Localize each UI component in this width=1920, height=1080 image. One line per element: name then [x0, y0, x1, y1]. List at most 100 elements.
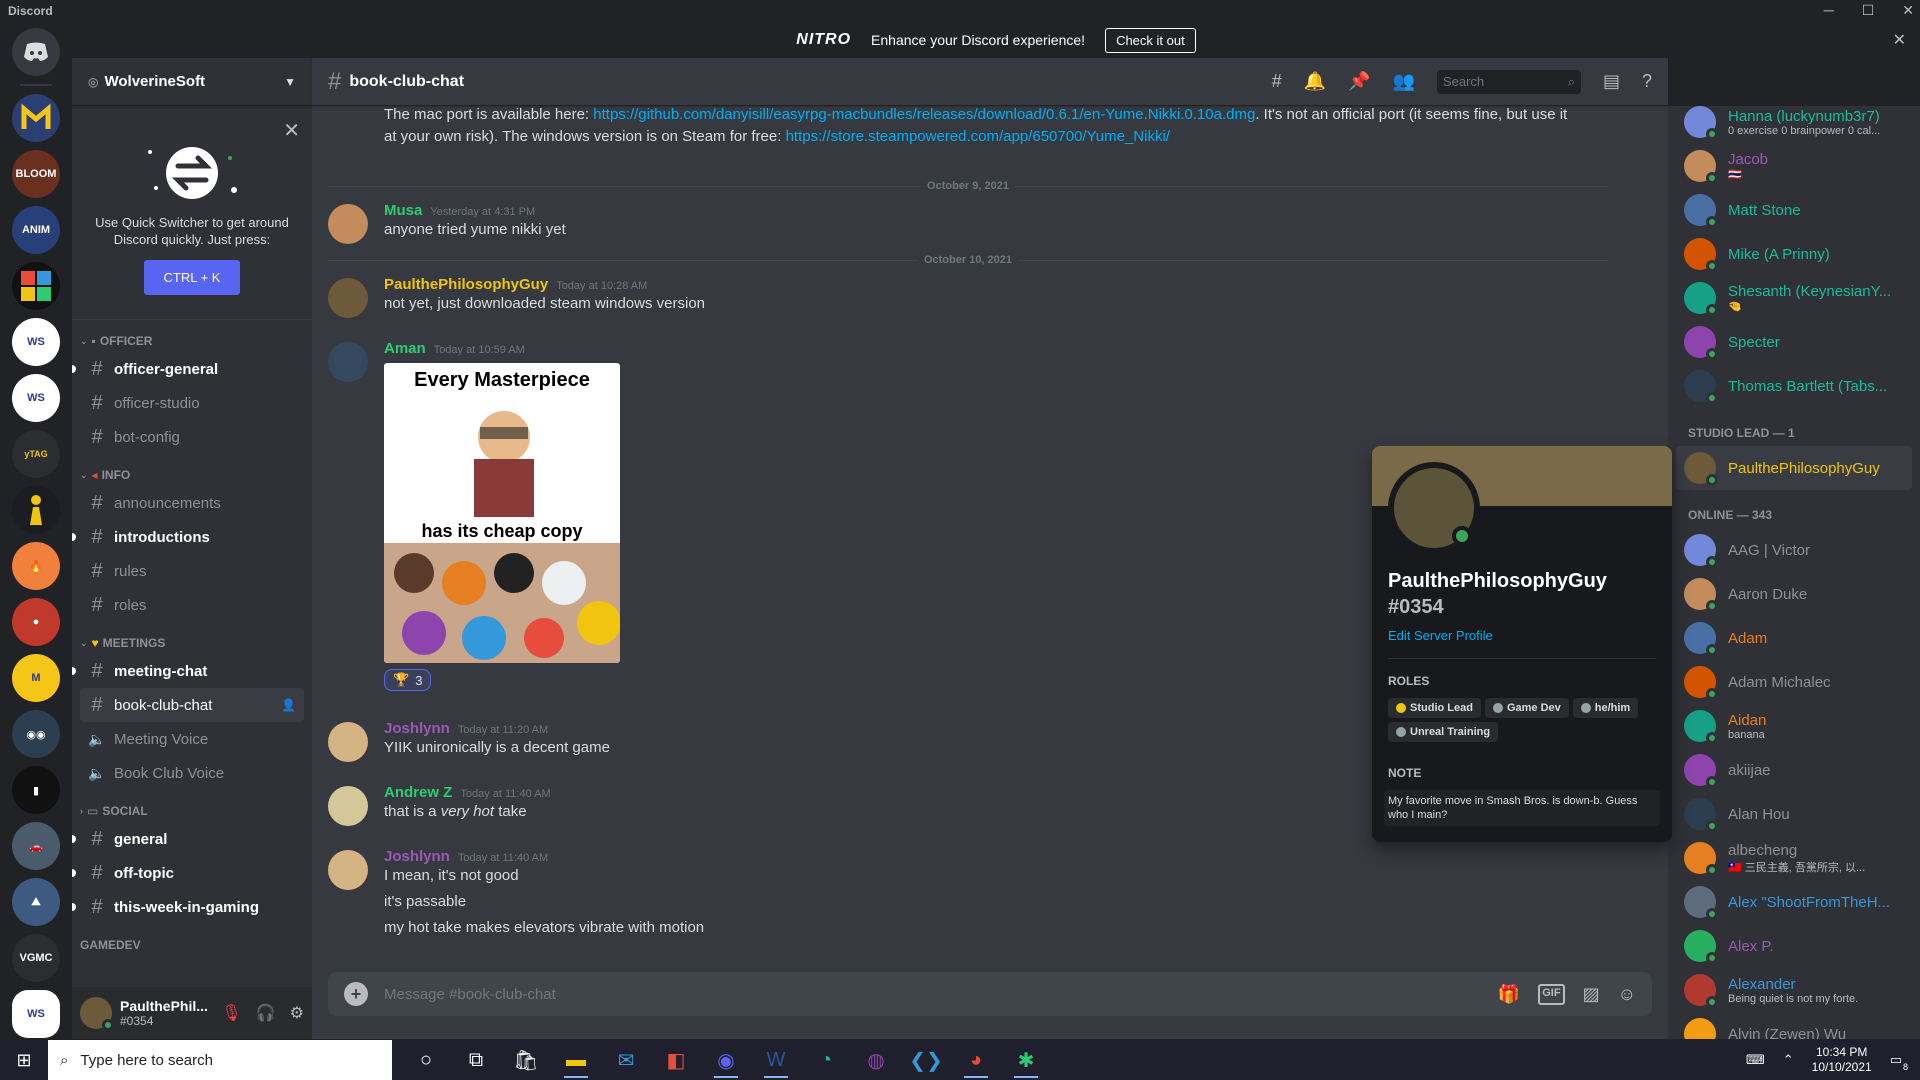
member-item[interactable]: Adam: [1676, 616, 1912, 660]
role-chip[interactable]: he/him: [1572, 698, 1639, 718]
server-icon-landscape[interactable]: ⛰: [12, 878, 60, 926]
server-icon-yellow-m[interactable]: M: [12, 654, 60, 702]
task-view-icon[interactable]: ⧉: [458, 1040, 494, 1080]
category-social[interactable]: › ▭ SOCIAL: [80, 804, 312, 818]
gif-icon[interactable]: GIF: [1538, 983, 1565, 1005]
threads-icon[interactable]: #: [1272, 71, 1282, 92]
cortana-icon[interactable]: ○: [408, 1040, 444, 1080]
edge-icon[interactable]: ◔: [808, 1040, 844, 1080]
member-item[interactable]: Shesanth (KeynesianY... 🤏: [1676, 276, 1912, 320]
close-tip-icon[interactable]: ✕: [283, 118, 300, 143]
server-icon-group[interactable]: ◉◉: [12, 710, 60, 758]
server-header[interactable]: ◎ WolverineSoft ▼: [72, 58, 312, 106]
avatar[interactable]: [328, 786, 368, 826]
discord-taskbar-icon[interactable]: ◉: [708, 1040, 744, 1080]
member-item[interactable]: Thomas Bartlett (Tabs...: [1676, 364, 1912, 408]
profile-avatar[interactable]: [1388, 462, 1480, 554]
gift-icon[interactable]: 🎁: [1498, 984, 1520, 1005]
member-item[interactable]: Adam Michalec: [1676, 660, 1912, 704]
channel-book-club-voice[interactable]: 🔈 Book Club Voice: [80, 756, 304, 790]
server-icon-wolverinesoft-2[interactable]: WS: [12, 374, 60, 422]
home-button[interactable]: [12, 28, 60, 76]
channel-officer-general[interactable]: # officer-general: [72, 352, 304, 386]
avatar[interactable]: [328, 722, 368, 762]
member-item[interactable]: Alexander Being quiet is not my forte.: [1676, 968, 1912, 1012]
tray-chevron-icon[interactable]: ⌃: [1783, 1052, 1794, 1068]
author-name[interactable]: PaulthePhilosophyGuy: [384, 276, 548, 293]
channel-this-week-in-gaming[interactable]: # this-week-in-gaming: [72, 890, 304, 924]
server-icon-wolverinesoft-active[interactable]: WS: [12, 990, 60, 1038]
server-icon-vgmc[interactable]: VGMC: [12, 934, 60, 982]
store-icon[interactable]: 🛍: [508, 1040, 544, 1080]
server-icon-chess[interactable]: [12, 486, 60, 534]
reaction-button[interactable]: 🏆 3: [384, 669, 432, 691]
upload-plus-icon[interactable]: +: [344, 982, 368, 1006]
help-icon[interactable]: ?: [1642, 71, 1652, 92]
server-icon-animation-club[interactable]: ANIM: [12, 206, 60, 254]
emoji-icon[interactable]: ☺: [1618, 984, 1636, 1005]
pin-icon[interactable]: 📌: [1348, 71, 1370, 92]
member-item[interactable]: PaulthePhilosophyGuy: [1676, 446, 1912, 490]
server-icon-m[interactable]: [12, 94, 60, 142]
taskbar-search-input[interactable]: ⌕ Type here to search: [48, 1040, 392, 1080]
member-item[interactable]: Alex P.: [1676, 924, 1912, 968]
author-name[interactable]: Joshlynn: [384, 720, 450, 737]
keyboard-icon[interactable]: ⌨: [1746, 1052, 1765, 1068]
author-name[interactable]: Joshlynn: [384, 848, 450, 865]
steam-link[interactable]: https://store.steampowered.com/app/65070…: [786, 128, 1170, 145]
search-input[interactable]: Search ⌕: [1436, 69, 1581, 94]
server-icon-wolverinesoft-1[interactable]: WS: [12, 318, 60, 366]
member-item[interactable]: Alan Hou: [1676, 792, 1912, 836]
chrome-icon[interactable]: ◕: [958, 1040, 994, 1080]
member-item[interactable]: albecheng 🇹🇼 三民主義, 吾黨所宗, 以...: [1676, 836, 1912, 880]
meme-image[interactable]: Every Masterpiece has its cheap copy: [384, 363, 620, 663]
server-icon-bloom[interactable]: BLOOM: [12, 150, 60, 198]
sticker-icon[interactable]: ▨: [1583, 984, 1600, 1005]
category-info[interactable]: ⌄ ◂ INFO: [80, 468, 312, 482]
word-icon[interactable]: W: [758, 1040, 794, 1080]
server-icon-ytag-games[interactable]: yTAG: [12, 430, 60, 478]
mail-icon[interactable]: ✉: [608, 1040, 644, 1080]
chevron-down-icon[interactable]: ▼: [284, 75, 296, 89]
channel-roles[interactable]: # roles: [80, 588, 304, 622]
windows-start-icon[interactable]: ⊞: [0, 1040, 48, 1080]
slack-icon[interactable]: ✱: [1008, 1040, 1044, 1080]
notification-icon[interactable]: ▭ 8: [1890, 1052, 1908, 1072]
channel-general[interactable]: # general: [72, 822, 304, 856]
maximize-button[interactable]: ☐: [1862, 2, 1875, 19]
avatar[interactable]: [328, 278, 368, 318]
channel-officer-studio[interactable]: # officer-studio: [80, 386, 304, 420]
category-gamedev[interactable]: GAMEDEV: [80, 938, 312, 952]
member-item[interactable]: Mike (A Prinny): [1676, 232, 1912, 276]
channel-meeting-chat[interactable]: # meeting-chat: [72, 654, 304, 688]
author-name[interactable]: Andrew Z: [384, 784, 452, 801]
github-icon[interactable]: ◍: [858, 1040, 894, 1080]
member-list-icon[interactable]: 👥: [1393, 71, 1415, 92]
vscode-icon[interactable]: ❮❯: [908, 1040, 944, 1080]
member-item[interactable]: Hanna (luckynumb3r7) 0 exercise 0 brainpo…: [1676, 106, 1912, 144]
channel-rules[interactable]: # rules: [80, 554, 304, 588]
add-member-icon[interactable]: 👤: [281, 698, 296, 712]
user-avatar[interactable]: [80, 997, 114, 1031]
headphones-icon[interactable]: 🎧: [256, 1003, 276, 1023]
member-item[interactable]: Alvin (Zewen) Wu: [1676, 1012, 1912, 1039]
server-icon-fire[interactable]: 🔥: [12, 542, 60, 590]
server-icon-black[interactable]: ▮: [12, 766, 60, 814]
channel-announcements[interactable]: # announcements: [80, 486, 304, 520]
channel-introductions[interactable]: # introductions: [72, 520, 304, 554]
clock[interactable]: 10:34 PM 10/10/2021: [1812, 1045, 1872, 1075]
ctrl-k-button[interactable]: CTRL + K: [143, 260, 241, 295]
server-icon-car[interactable]: 🚗: [12, 822, 60, 870]
member-item[interactable]: Jacob 🇹🇭: [1676, 144, 1912, 188]
author-name[interactable]: Musa: [384, 202, 422, 219]
inbox-icon[interactable]: ▤: [1603, 71, 1620, 92]
member-item[interactable]: Aidan banana: [1676, 704, 1912, 748]
check-it-out-button[interactable]: Check it out: [1105, 27, 1196, 53]
member-item[interactable]: Matt Stone: [1676, 188, 1912, 232]
message-composer[interactable]: + Message #book-club-chat 🎁 GIF ▨ ☺: [328, 972, 1652, 1016]
channel-meeting-voice[interactable]: 🔈 Meeting Voice: [80, 722, 304, 756]
member-item[interactable]: Alex "ShootFromTheH...: [1676, 880, 1912, 924]
role-chip[interactable]: Unreal Training: [1388, 722, 1499, 742]
bell-icon[interactable]: 🔔: [1304, 71, 1326, 92]
server-icon-color-blocks[interactable]: [12, 262, 60, 310]
